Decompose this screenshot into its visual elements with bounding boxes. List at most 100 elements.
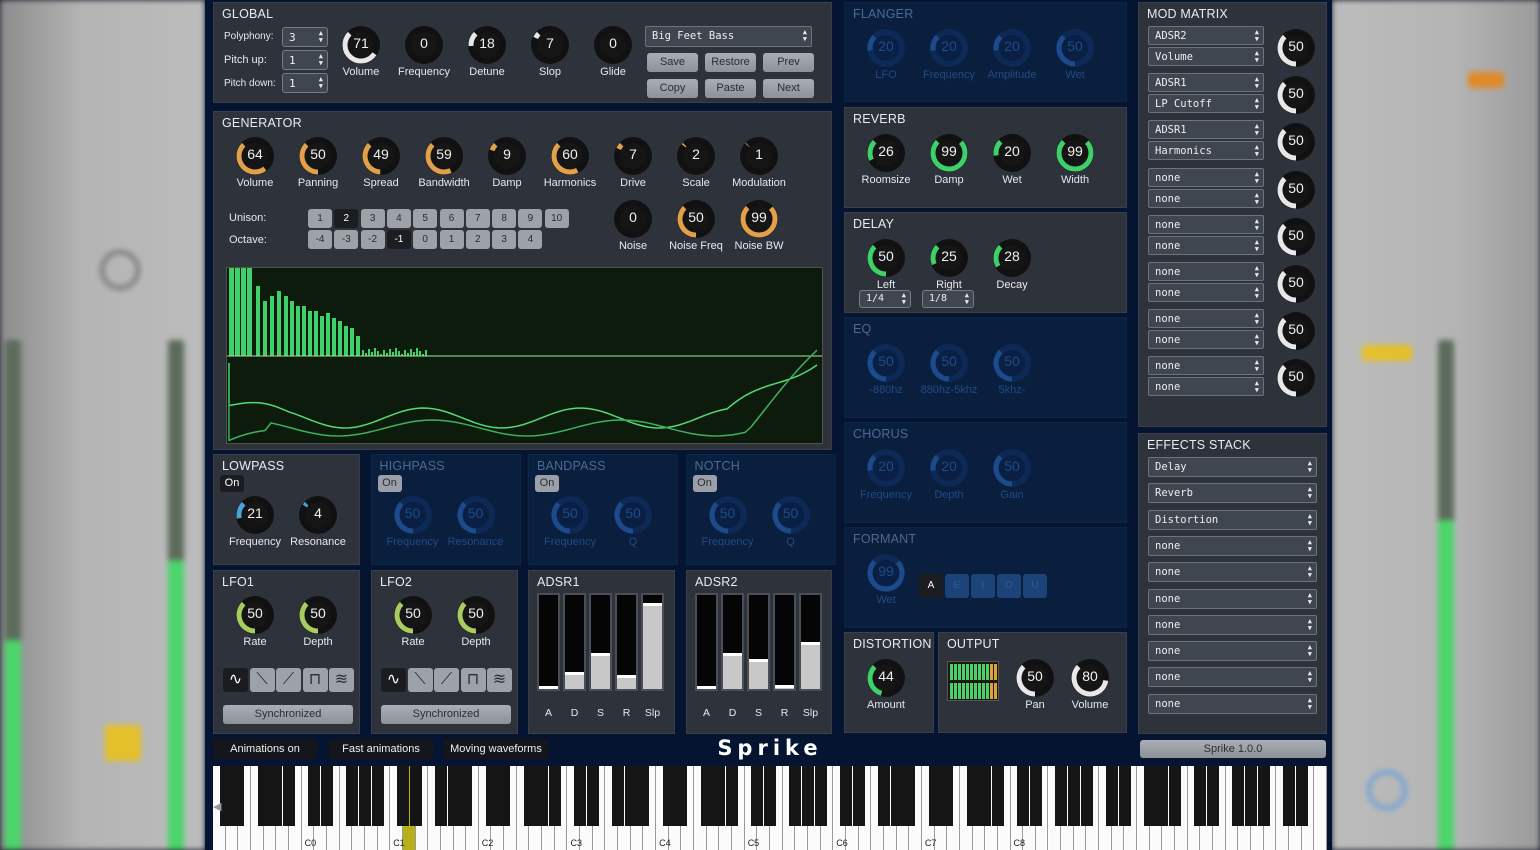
unison-8-button[interactable]: 8 xyxy=(492,209,517,228)
effects-slot-select[interactable]: none ▲ ▼ xyxy=(1148,535,1317,556)
black-key[interactable] xyxy=(903,766,916,826)
octave-1-button[interactable]: 1 xyxy=(439,230,464,249)
noise-noise-bw-knob[interactable]: 99 Noise BW xyxy=(727,199,791,255)
noise-wave-icon[interactable]: ≋ xyxy=(329,668,354,692)
black-key[interactable] xyxy=(257,766,270,826)
black-key[interactable] xyxy=(523,766,536,826)
black-key[interactable] xyxy=(840,766,852,826)
black-key[interactable] xyxy=(1194,766,1207,826)
fast-animations-button[interactable]: Fast animations xyxy=(329,739,433,759)
version-button[interactable]: Sprike 1.0.0 xyxy=(1140,740,1326,758)
eq-5khz-knob[interactable]: 50 5khz- xyxy=(980,343,1044,399)
black-key[interactable] xyxy=(460,766,473,826)
black-key[interactable] xyxy=(447,766,460,826)
black-key[interactable] xyxy=(700,766,713,826)
prev-button[interactable]: Prev xyxy=(763,53,814,72)
adsr-s-slider[interactable] xyxy=(747,593,770,691)
saw-down-icon[interactable]: ⟍ xyxy=(407,668,433,692)
paste-button[interactable]: Paste xyxy=(705,79,756,98)
black-key[interactable] xyxy=(941,766,954,826)
mod-source-select[interactable]: none ▲ ▼ xyxy=(1148,356,1264,376)
black-key[interactable] xyxy=(409,766,422,826)
saw-up-icon[interactable]: ⟋ xyxy=(276,668,301,692)
unison-9-button[interactable]: 9 xyxy=(518,209,543,228)
lfo2-depth-knob[interactable]: 50 Depth xyxy=(444,595,508,651)
black-key[interactable] xyxy=(991,766,1004,826)
black-key[interactable] xyxy=(1283,766,1295,826)
octave-0-button[interactable]: 0 xyxy=(413,230,438,249)
unison-2-button[interactable]: 2 xyxy=(334,209,359,228)
chorus-gain-knob[interactable]: 50 Gain xyxy=(980,448,1044,504)
octave-3-button[interactable]: 3 xyxy=(492,230,517,249)
adsr-a-slider[interactable] xyxy=(537,593,560,691)
black-key[interactable] xyxy=(358,766,371,826)
black-key[interactable] xyxy=(1067,766,1080,826)
black-key[interactable] xyxy=(434,766,447,826)
black-key[interactable] xyxy=(624,766,637,826)
lfo-sync-button[interactable]: Synchronized xyxy=(381,705,511,724)
mod-target-select[interactable]: Volume ▲ ▼ xyxy=(1148,47,1264,66)
mod-source-select[interactable]: none ▲ ▼ xyxy=(1148,167,1264,187)
black-key[interactable] xyxy=(1055,766,1068,826)
black-key[interactable] xyxy=(396,766,409,826)
highpass-resonance-knob[interactable]: 50 Resonance xyxy=(444,495,508,551)
black-key[interactable] xyxy=(890,766,903,826)
black-key[interactable] xyxy=(1207,766,1220,826)
black-key[interactable] xyxy=(320,766,333,826)
piano-keyboard[interactable]: C0 C1 C2 C3 C4 C5 C6 C7 C8 xyxy=(213,766,1327,850)
black-key[interactable] xyxy=(814,766,827,826)
lfo1-depth-knob[interactable]: 50 Depth xyxy=(286,595,350,651)
octave-4-button[interactable]: -4 xyxy=(308,230,332,249)
black-key[interactable] xyxy=(1105,766,1118,826)
black-key[interactable] xyxy=(232,766,245,826)
black-key[interactable] xyxy=(548,766,561,826)
adsr-s-slider[interactable] xyxy=(589,593,612,691)
unison-1-button[interactable]: 1 xyxy=(308,209,332,228)
preset-selector[interactable]: Big Feet Bass ▲ ▼ xyxy=(645,26,812,47)
mod-target-select[interactable]: none ▲ ▼ xyxy=(1148,188,1264,208)
adsr-slp-slider[interactable] xyxy=(641,593,664,691)
mod-target-select[interactable]: Harmonics ▲ ▼ xyxy=(1148,141,1264,161)
global-glide-knob[interactable]: 0 Glide xyxy=(581,25,645,81)
delay-decay-knob[interactable]: 28 Decay xyxy=(980,238,1044,294)
black-key[interactable] xyxy=(1143,766,1156,826)
noise-wave-icon[interactable]: ≋ xyxy=(487,668,512,692)
saw-up-icon[interactable]: ⟋ xyxy=(434,668,459,692)
unison-3-button[interactable]: 3 xyxy=(360,209,385,228)
black-key[interactable] xyxy=(928,766,941,826)
effects-slot-select[interactable]: none ▲ ▼ xyxy=(1148,693,1317,714)
mod-target-select[interactable]: LP Cutoff ▲ ▼ xyxy=(1148,94,1264,114)
unison-4-button[interactable]: 4 xyxy=(386,209,411,228)
vowel-e-button[interactable]: E xyxy=(945,574,969,598)
effects-slot-select[interactable]: none ▲ ▼ xyxy=(1148,641,1317,662)
black-key[interactable] xyxy=(1232,766,1245,826)
black-key[interactable] xyxy=(751,766,764,826)
vowel-u-button[interactable]: U xyxy=(1023,574,1047,598)
effects-slot-select[interactable]: Distortion ▲ ▼ xyxy=(1148,509,1317,530)
white-key[interactable] xyxy=(1314,766,1327,850)
keyboard-scroll-left-icon[interactable]: ◀ xyxy=(213,800,221,813)
black-key[interactable] xyxy=(764,766,776,826)
black-key[interactable] xyxy=(485,766,498,826)
unison-10-button[interactable]: 10 xyxy=(544,209,569,228)
black-key[interactable] xyxy=(219,766,232,826)
black-key[interactable] xyxy=(1118,766,1131,826)
mod-target-select[interactable]: none ▲ ▼ xyxy=(1148,283,1264,302)
mod-source-select[interactable]: ADSR1 ▲ ▼ xyxy=(1148,73,1264,93)
notch-q-knob[interactable]: 50 Q xyxy=(759,495,823,551)
animations-toggle-button[interactable]: Animations on xyxy=(213,739,317,759)
black-key[interactable] xyxy=(1156,766,1169,826)
octave-1-button[interactable]: -1 xyxy=(386,230,411,249)
effects-slot-select[interactable]: none ▲ ▼ xyxy=(1148,562,1317,583)
flanger-wet-knob[interactable]: 50 Wet xyxy=(1043,28,1107,84)
mod-source-select[interactable]: none ▲ ▼ xyxy=(1148,262,1264,281)
output-volume-knob[interactable]: 80 Volume xyxy=(1058,658,1122,714)
square-wave-icon[interactable]: ⊓ xyxy=(302,668,328,692)
black-key[interactable] xyxy=(346,766,359,826)
adsr-slp-slider[interactable] xyxy=(799,593,822,691)
black-key[interactable] xyxy=(1257,766,1270,826)
sine-wave-icon[interactable]: ∿ xyxy=(381,668,406,692)
copy-button[interactable]: Copy xyxy=(647,79,698,98)
black-key[interactable] xyxy=(1080,766,1093,826)
mod-source-select[interactable]: none ▲ ▼ xyxy=(1148,214,1264,234)
